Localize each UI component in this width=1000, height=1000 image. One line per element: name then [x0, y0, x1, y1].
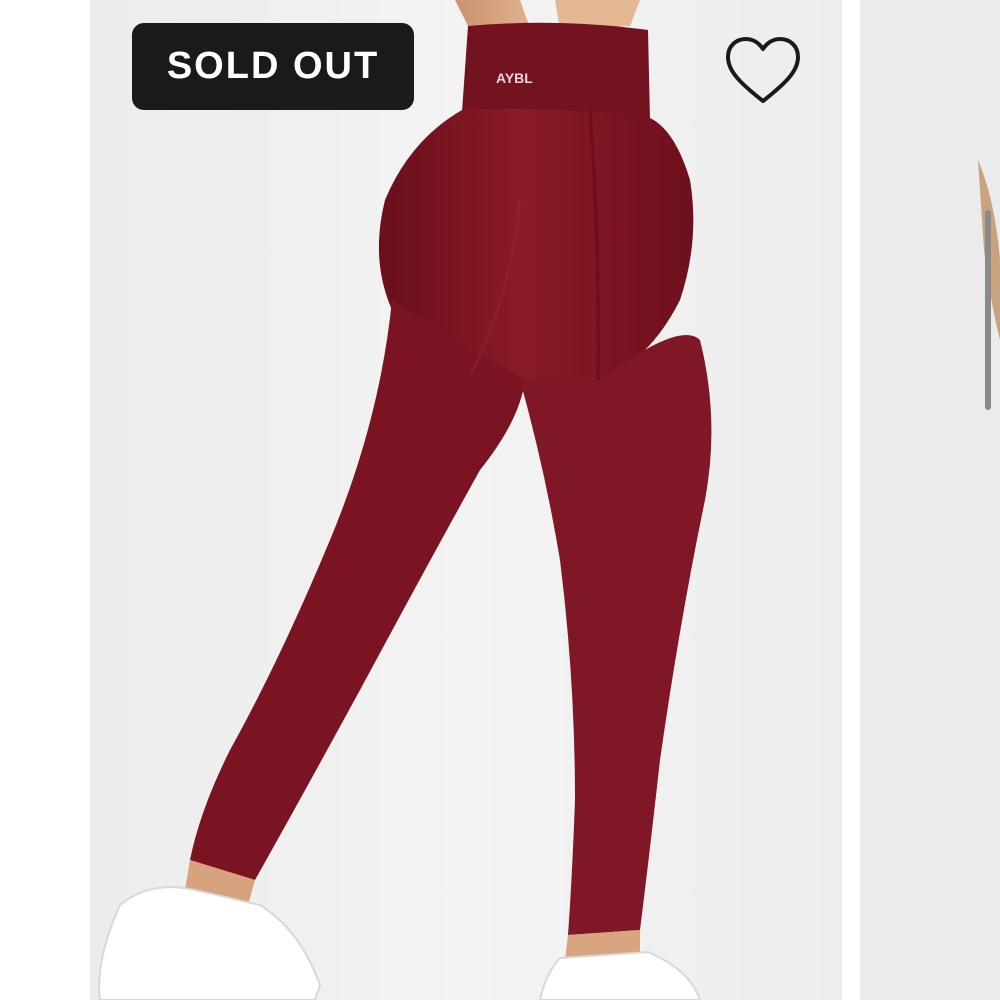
product-image-slide-next[interactable] — [860, 0, 1000, 1000]
product-image-gallery[interactable]: AYBL — [0, 0, 1000, 1000]
heart-outline-icon — [726, 37, 800, 103]
next-product-photo — [860, 0, 1000, 1000]
wishlist-heart-button[interactable] — [722, 33, 804, 107]
product-photo-leggings: AYBL — [90, 0, 842, 1000]
svg-text:AYBL: AYBL — [496, 70, 533, 86]
sold-out-badge: SOLD OUT — [132, 23, 414, 110]
product-page: AYBL SOLD OUT — [0, 0, 1000, 1000]
product-image-slide-current[interactable]: AYBL — [90, 0, 842, 1000]
scroll-indicator[interactable] — [985, 210, 991, 410]
